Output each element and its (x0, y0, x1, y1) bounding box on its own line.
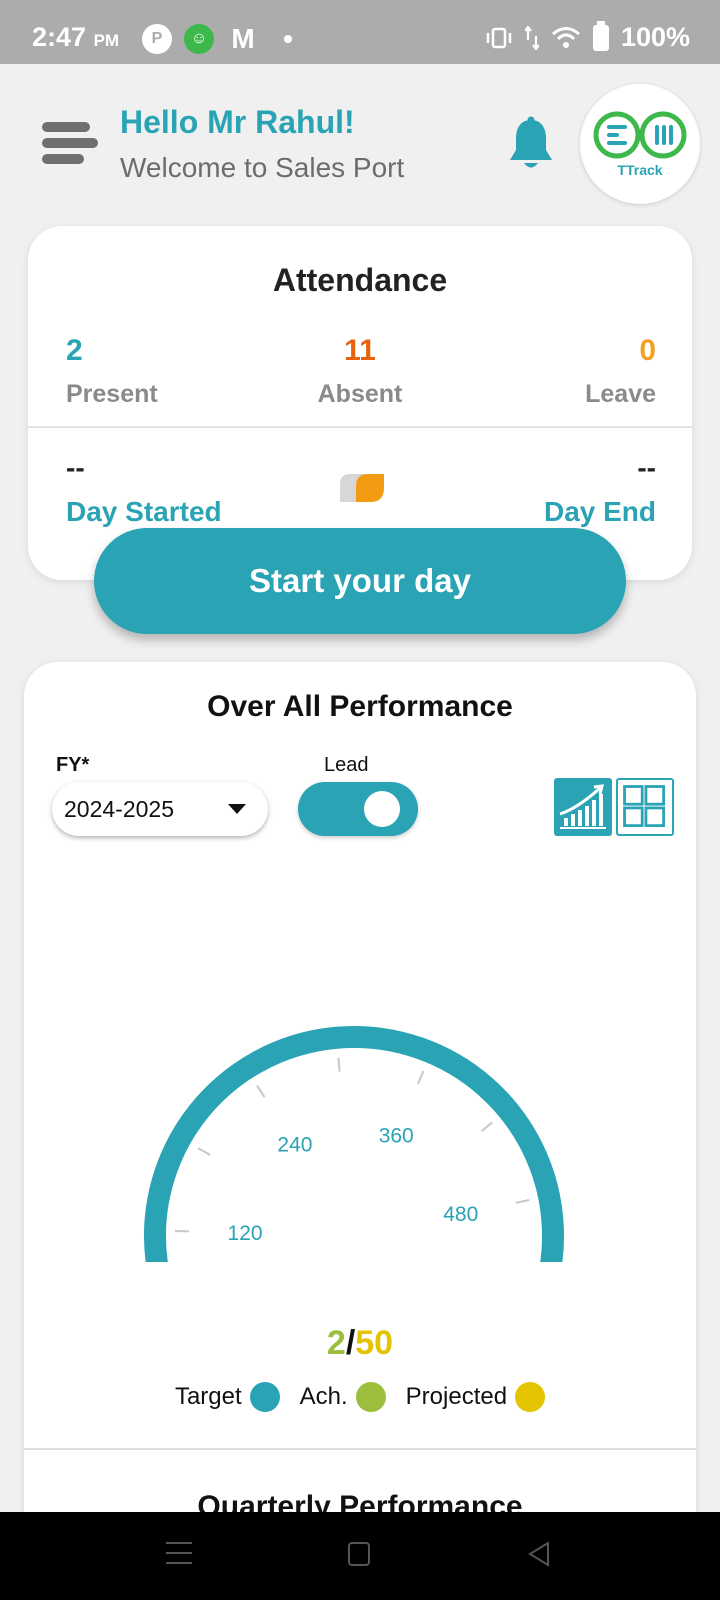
day-end-label: Day End (543, 496, 656, 527)
ttrack-logo[interactable]: TTrack (580, 84, 700, 204)
vibrate-icon (486, 27, 512, 48)
gauge-tick-label: 240 (277, 1133, 312, 1156)
fy-dropdown[interactable]: 2024-2025 (52, 782, 268, 836)
gauge-tick (480, 1121, 493, 1133)
day-end: -- Day End (544, 452, 656, 528)
legend-target-label: Target (174, 1383, 242, 1410)
gauge-tick (256, 1084, 266, 1098)
divider (24, 1448, 696, 1450)
battery-icon (592, 20, 609, 51)
home-button[interactable] (348, 1542, 370, 1566)
battery-level: 100% (620, 22, 690, 52)
system-icons: 100% (485, 20, 690, 53)
day-started: -- Day Started (66, 452, 222, 528)
navigation-bar (0, 1512, 720, 1600)
status-bar: 2:47 PM P ☺ M 100% (0, 0, 720, 64)
performance-title: Over All Performance (207, 690, 513, 723)
achieved-projected-ratio: 2/50 (24, 1324, 696, 1363)
projected-value: 50 (355, 1324, 394, 1362)
menu-icon[interactable] (42, 122, 98, 166)
day-started-value: -- (66, 452, 85, 483)
gauge-tick-label: 360 (379, 1125, 414, 1148)
fy-label: FY* (56, 754, 90, 776)
wifi-icon (551, 26, 580, 48)
grid-view-icon[interactable] (616, 778, 674, 836)
day-started-label: Day Started (66, 496, 222, 527)
gauge-target-arc (144, 1026, 564, 1262)
logo-text: TTrack (617, 162, 663, 178)
gauge-legend: Target Ach. Projected (24, 1382, 696, 1412)
performance-card: Over All Performance FY* 2024-2025 Lead … (24, 662, 696, 1562)
ttrack-logo-mark (593, 111, 687, 159)
notification-icons: P ☺ M (142, 23, 292, 54)
gmail-icon: M (231, 23, 255, 54)
toggle-knob (364, 791, 400, 827)
gauge-tick-label: 480 (443, 1203, 478, 1226)
gauge-tick (417, 1070, 425, 1085)
chat-app-icon: ☺ (184, 24, 214, 54)
legend-achieved-dot (355, 1382, 386, 1412)
achieved-value: 2 (326, 1324, 346, 1362)
legend-target-dot (249, 1382, 280, 1412)
leave-label: Leave (585, 380, 656, 408)
divider (28, 426, 692, 428)
attendance-card: Attendance 2 Present 11 Absent 0 Leave -… (28, 226, 692, 580)
lead-label: Lead (324, 754, 369, 776)
start-day-button[interactable]: Start your day (94, 528, 626, 634)
gauge-tick (197, 1147, 211, 1156)
gauge-tick-label: 120 (228, 1222, 263, 1245)
legend-achieved-label: Ach. (299, 1383, 348, 1410)
back-button[interactable] (526, 1540, 552, 1568)
day-status-icon (340, 474, 384, 502)
ratio-separator: / (345, 1324, 356, 1362)
app-header: Hello Mr Rahul! Welcome to Sales Port TT… (0, 64, 720, 224)
chart-view-icon[interactable] (554, 778, 612, 836)
gauge-tick (515, 1199, 530, 1204)
bell-icon[interactable] (506, 116, 556, 172)
attendance-title: Attendance (272, 262, 448, 298)
dot-icon (284, 35, 292, 43)
dropdown-arrow-icon (228, 804, 246, 814)
gauge-tick (337, 1057, 341, 1072)
performance-gauge: 0120240360480600 (144, 1026, 564, 1262)
status-time: 2:47 PM (32, 22, 120, 52)
legend-projected-label: Projected (405, 1383, 508, 1410)
welcome-text: Welcome to Sales Port (120, 152, 405, 183)
legend-projected-dot (515, 1382, 546, 1412)
recents-button[interactable] (166, 1542, 192, 1568)
day-end-value: -- (637, 452, 656, 483)
leave-count: 0 (639, 334, 656, 367)
greeting: Hello Mr Rahul! (120, 104, 355, 140)
lead-toggle[interactable] (298, 782, 418, 836)
app-notification-icon: P (142, 24, 172, 54)
leave-stat: 0 Leave (585, 334, 656, 409)
data-icon (524, 25, 539, 50)
fy-value: 2024-2025 (64, 795, 174, 822)
